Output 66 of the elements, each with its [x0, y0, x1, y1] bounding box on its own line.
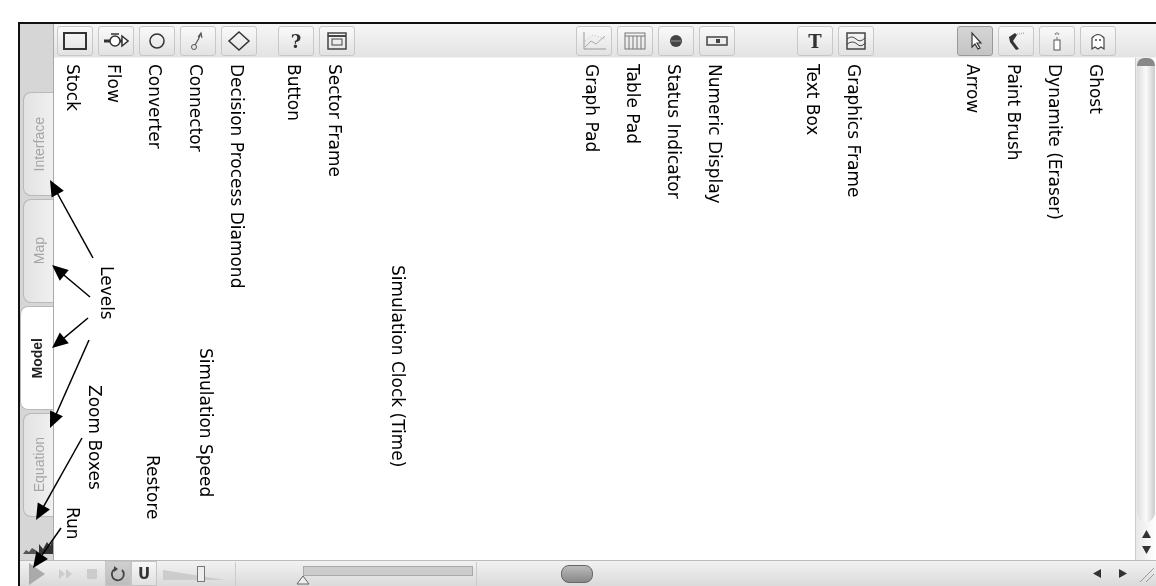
tool-label: Stock [63, 64, 82, 112]
annotation-arrow [33, 527, 62, 568]
numeric-tool-button[interactable] [699, 26, 735, 56]
paint-tool-button[interactable] [998, 26, 1034, 56]
play-icon [26, 560, 47, 586]
window-frame-icon [324, 31, 350, 51]
tool-label: Status Indicator [664, 64, 683, 199]
vertical-scrollbar[interactable] [1135, 58, 1156, 560]
tool-label: Graphics Frame [844, 64, 863, 198]
scroll-thumb[interactable] [1137, 58, 1155, 522]
scroll-right-icon[interactable] [1119, 569, 1127, 578]
slider-thumb[interactable] [196, 565, 205, 582]
control-button[interactable]: U [131, 561, 157, 586]
tool-label: Ghost [1086, 64, 1105, 114]
tool-label: Button [284, 64, 303, 121]
line-graph-icon [581, 31, 607, 51]
scroll-thumb[interactable] [561, 564, 593, 583]
annotation-label: Simulation Clock (Time) [388, 265, 407, 468]
fast-forward-icon [58, 567, 74, 580]
annotation-label: Simulation Speed [196, 348, 215, 498]
tool-label: Decision Process Diamond [227, 64, 246, 289]
converter-tool-button[interactable] [139, 26, 175, 56]
clock-slider[interactable] [235, 561, 477, 586]
rectangle-icon [62, 31, 88, 51]
sector-tool-button[interactable] [319, 26, 355, 56]
clock-pointer-icon[interactable] [296, 574, 310, 585]
stock-tool-button[interactable] [57, 26, 93, 56]
resize-grip-icon[interactable] [1138, 565, 1154, 582]
restore-icon [110, 565, 126, 582]
table-tool-button[interactable] [617, 26, 653, 56]
restore-button[interactable] [105, 561, 131, 586]
tool-label: Sector Frame [325, 64, 344, 178]
level-tab[interactable]: Model [20, 306, 53, 410]
tool-label: Converter [145, 64, 164, 149]
flow-tool-button[interactable] [98, 26, 134, 56]
stop-icon [86, 567, 98, 580]
scroll-down-icon[interactable] [1141, 546, 1151, 554]
scroll-left-icon[interactable] [1093, 569, 1101, 578]
picture-frame-icon [843, 31, 869, 51]
tool-button[interactable]: ? [278, 26, 314, 56]
connector-tool-button[interactable] [180, 26, 216, 56]
tool-label: Paint Brush [1004, 64, 1023, 161]
diamond-tool-button[interactable] [221, 26, 257, 56]
tool-label: Flow [104, 64, 123, 103]
diamond-icon [226, 30, 252, 52]
graphics-tool-button[interactable] [838, 26, 874, 56]
annotation-label: Zoom Boxes [85, 385, 104, 490]
tool-label: Connector [186, 64, 205, 152]
arrow-tool-button[interactable] [957, 26, 993, 56]
tool-label: Dynamite (Eraser) [1045, 64, 1064, 220]
ghost-tool-button[interactable] [1080, 26, 1116, 56]
tool-label: Graph Pad [582, 64, 601, 153]
tool-label: Arrow [963, 64, 982, 114]
tool-label: Table Pad [623, 64, 642, 145]
annotation-arrow [52, 265, 91, 298]
annotation-label: Levels [97, 266, 116, 320]
annotation-label: Restore [143, 455, 162, 520]
zoom-in-icon[interactable] [39, 540, 53, 554]
tool-button[interactable]: T [797, 26, 833, 56]
tool-label: Text Box [803, 64, 822, 136]
dynamite-tool-button[interactable] [1039, 26, 1075, 56]
status-tool-button[interactable] [658, 26, 694, 56]
scroll-up-icon[interactable] [1141, 530, 1151, 538]
table-icon [622, 31, 648, 51]
annotation-label: Run [63, 507, 82, 540]
tool-label: Numeric Display [705, 64, 724, 204]
